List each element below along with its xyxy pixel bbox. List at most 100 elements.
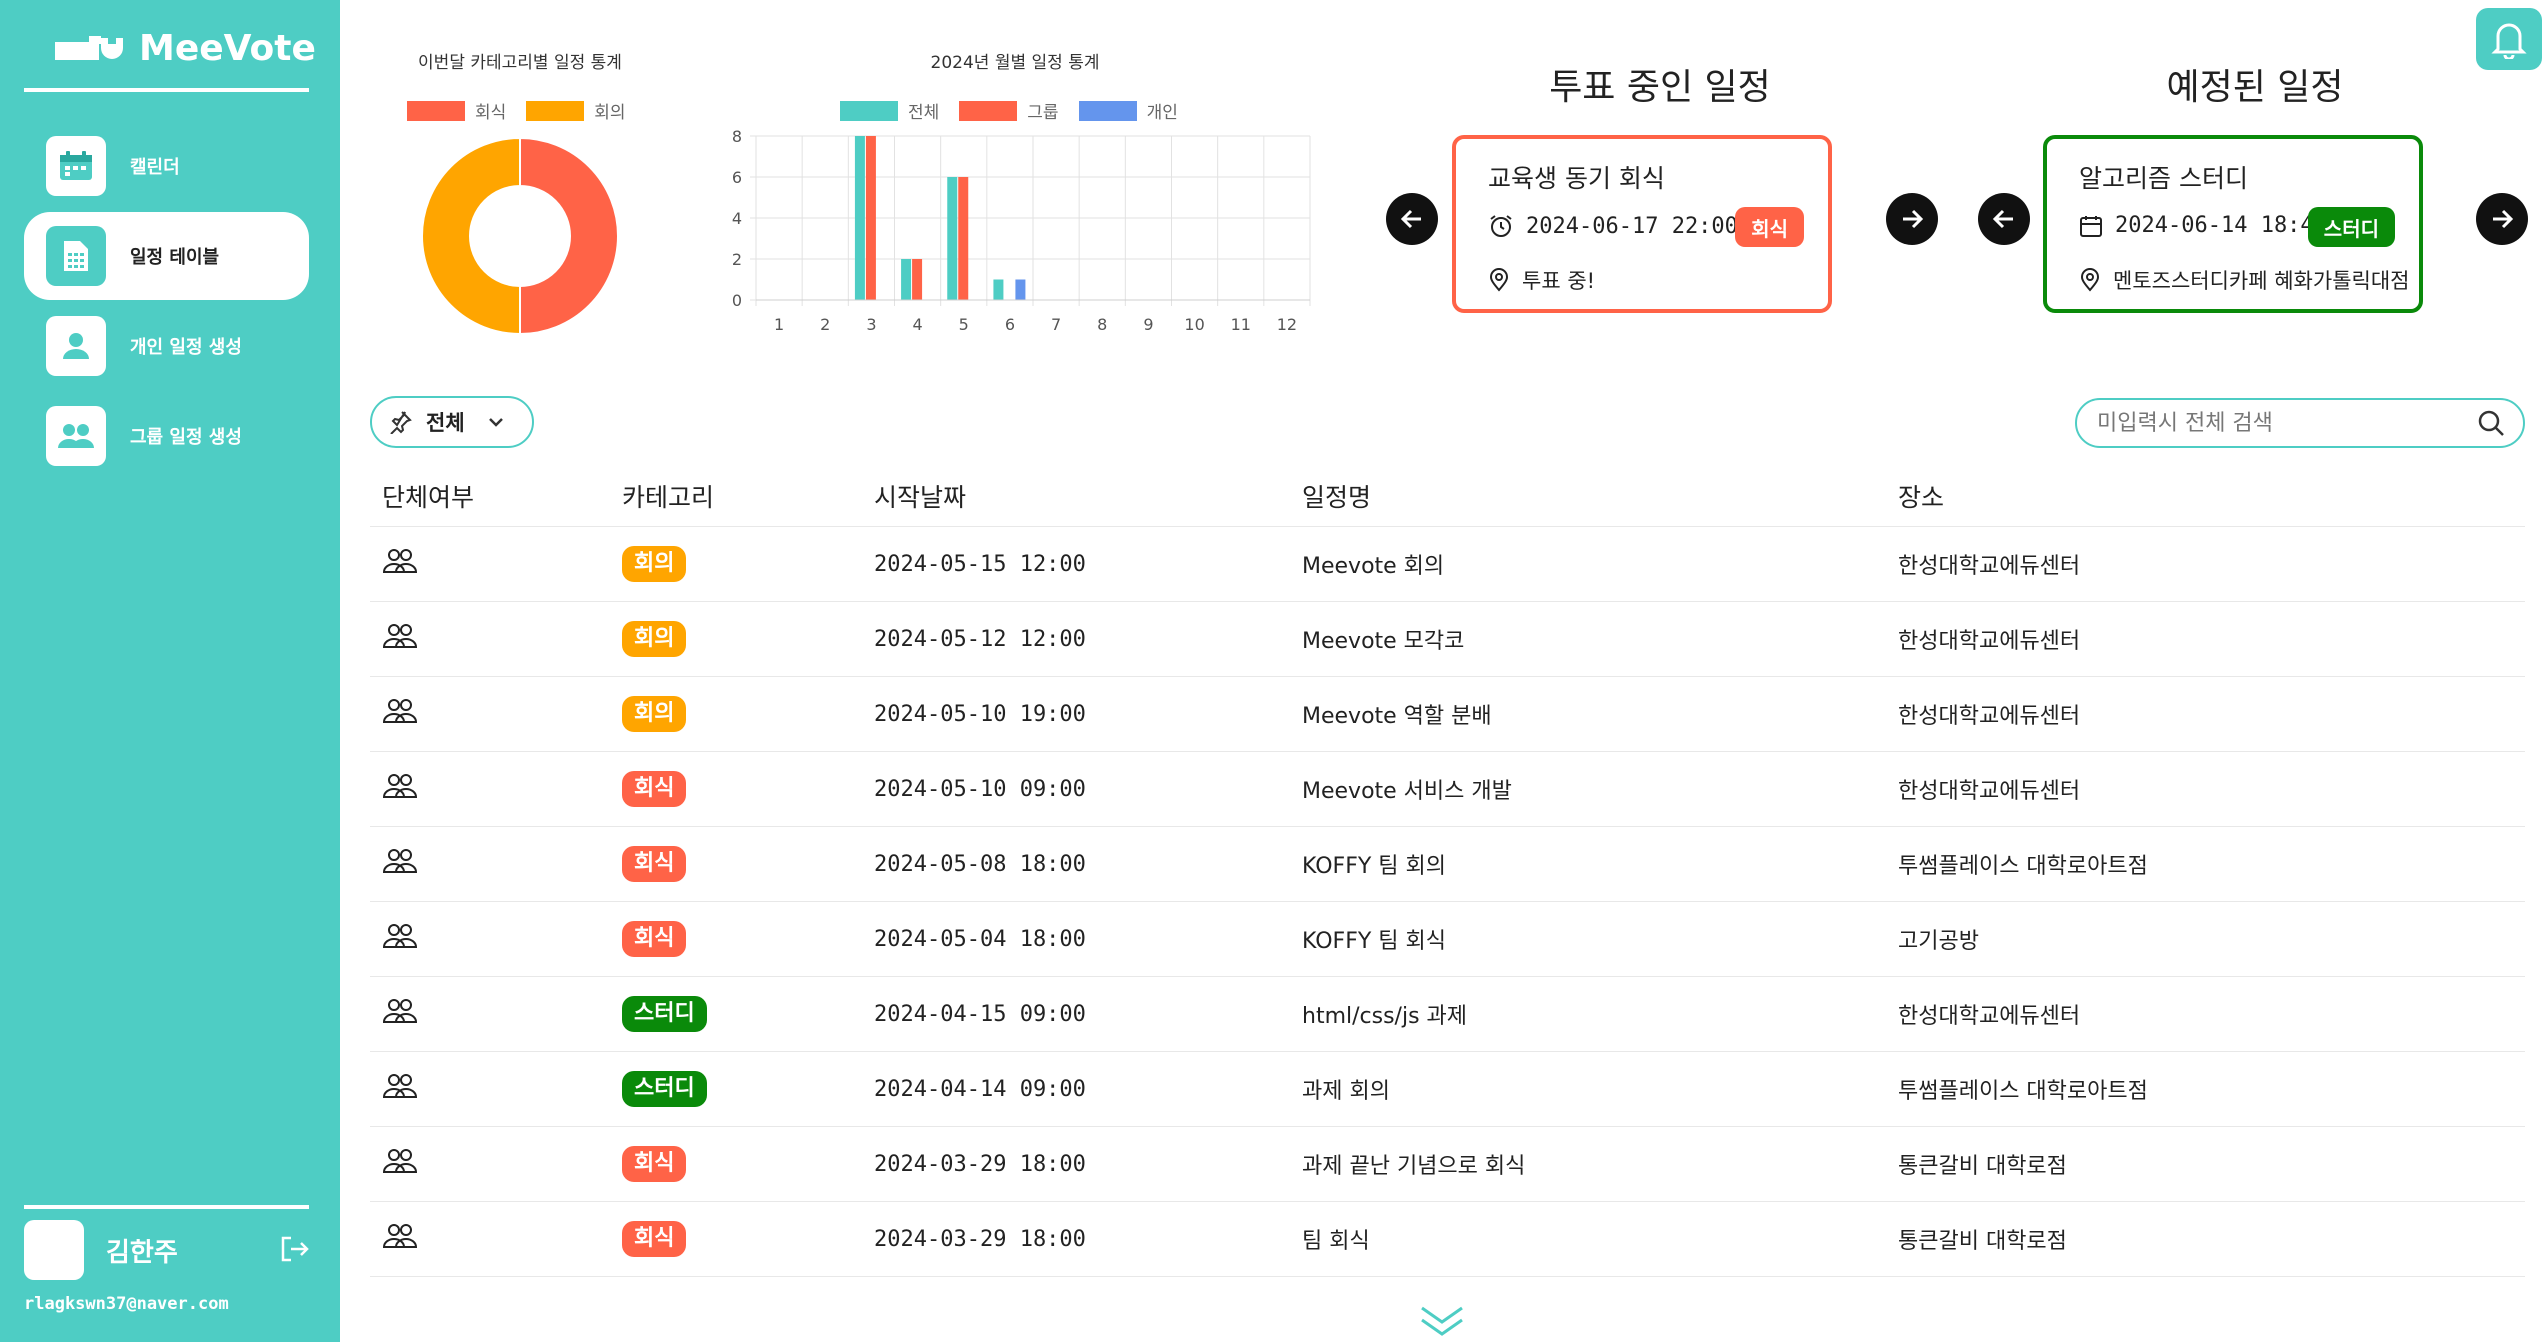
table-row[interactable]: 회식 2024-03-29 18:00 과제 끝난 기념으로 회식 통큰갈비 대학로점 [370,1127,2525,1202]
table-row[interactable]: 회의 2024-05-15 12:00 Meevote 회의 한성대학교에듀센터 [370,527,2525,602]
bar-chart-title: 2024년 월별 일정 통계 [930,53,1100,73]
group-cell [370,997,622,1031]
table-row[interactable]: 회의 2024-05-10 19:00 Meevote 역할 분배 한성대학교에듀센터 [370,677,2525,752]
sidebar-item-calendar[interactable]: 캘린더 [24,122,309,210]
double-chevron-down-icon [1421,1306,1463,1336]
column-header-category[interactable]: 카테고리 [622,478,874,514]
x-tick-label: 4 [912,315,922,334]
category-cell: 스터디 [622,1071,874,1107]
x-tick-label: 10 [1184,315,1204,334]
group-cell [370,1147,622,1181]
bar-전체-3[interactable] [854,136,865,300]
column-header-group[interactable]: 단체여부 [370,478,622,514]
place-cell: 한성대학교에듀센터 [1898,704,2081,729]
user-email: rlagkswn37@naver.com [24,1294,229,1314]
category-filter-dropdown[interactable]: 전체 [370,396,534,448]
bar-그룹-3[interactable] [865,136,876,300]
calendar-icon [46,136,106,196]
legend-swatch [526,100,585,121]
table-row[interactable]: 회의 2024-05-12 12:00 Meevote 모각코 한성대학교에듀센터 [370,602,2525,677]
x-tick-label: 6 [1005,315,1015,334]
category-badge: 회식 [622,1146,687,1182]
group-cell [370,847,622,881]
table-row[interactable]: 스터디 2024-04-15 09:00 html/css/js 과제 한성대학교에듀… [370,977,2525,1052]
place-cell: 통큰갈비 대학로점 [1898,1154,2067,1179]
search-box[interactable] [2075,398,2525,448]
scheduled-prev-button[interactable] [1978,193,2030,245]
table-row[interactable]: 회식 2024-05-04 18:00 KOFFY 팀 회식 고기공방 [370,902,2525,977]
chevron-down-icon [488,418,503,427]
sidebar-item-label: 그룹 일정 생성 [130,427,242,448]
group-cell [370,772,622,806]
place-cell: 투썸플레이스 대학로아트점 [1898,1079,2148,1104]
card-title: 교육생 동기 회식 [1488,164,1665,193]
title-cell: Meevote 회의 [1302,554,1445,579]
category-cell: 회식 [622,1221,874,1257]
table-row[interactable]: 회식 2024-05-10 09:00 Meevote 서비스 개발 한성대학교에듀센… [370,752,2525,827]
bar-그룹-4[interactable] [912,259,923,300]
donut-legend: 회식 회의 [407,98,626,123]
category-cell: 회식 [622,921,874,957]
scheduled-next-button[interactable] [2476,193,2528,245]
sidebar-item-group-create[interactable]: 그룹 일정 생성 [24,392,309,480]
alarm-clock-icon [1490,215,1512,237]
start-date-cell: 2024-05-10 09:00 [874,776,1086,802]
x-tick-label: 9 [1143,315,1153,334]
sidebar-item-schedule-table[interactable]: 일정 테이블 [24,212,309,300]
title-cell: 팀 회식 [1302,1229,1370,1254]
notification-button[interactable] [2476,8,2542,70]
table-row[interactable]: 회식 2024-03-29 18:00 팀 회식 통큰갈비 대학로점 [370,1202,2525,1277]
logout-icon[interactable] [279,1234,309,1268]
legend-swatch [407,100,465,121]
filter-label: 전체 [426,411,465,435]
column-header-title[interactable]: 일정명 [1302,478,1898,514]
sidebar: MeeVote 캘린더 일정 테이블 개인 일정 생성 그룹 일정 생성 김한주… [0,0,340,1342]
arrow-right-icon [2493,209,2514,229]
avatar[interactable] [24,1220,84,1280]
donut-slice-회식[interactable] [519,136,619,336]
donut-chart [421,136,619,336]
donut-slice-회의[interactable] [421,136,521,336]
x-tick-label: 1 [774,315,784,334]
search-icon[interactable] [2477,409,2505,437]
sidebar-item-personal-create[interactable]: 개인 일정 생성 [24,302,309,390]
bar-그룹-5[interactable] [958,177,969,300]
sidebar-divider-bottom [24,1205,309,1209]
bar-전체-6[interactable] [993,279,1004,301]
arrow-left-icon [1992,209,2013,229]
title-cell: Meevote 역할 분배 [1302,704,1492,729]
column-header-place[interactable]: 장소 [1898,478,2525,514]
category-badge: 스터디 [622,996,707,1032]
load-more-button[interactable] [1418,1304,1466,1342]
category-cell: 회식 [622,1146,874,1182]
x-tick-label: 3 [866,315,876,334]
user-name: 김한주 [106,1237,178,1268]
voting-prev-button[interactable] [1386,193,1438,245]
legend-swatch [1078,100,1137,121]
table-row[interactable]: 스터디 2024-04-14 09:00 과제 회의 투썸플레이스 대학로아트점 [370,1052,2525,1127]
category-cell: 회의 [622,621,874,657]
scheduled-card[interactable]: 알고리즘 스터디 2024-06-14 18:46 스터디 멘토즈스터디카페 혜… [2043,135,2423,313]
title-cell: 과제 끝난 기념으로 회식 [1302,1154,1526,1179]
legend-label: 회식 [475,103,507,123]
x-tick-label: 8 [1097,315,1107,334]
start-date-cell: 2024-05-15 12:00 [874,551,1086,577]
voting-next-button[interactable] [1886,193,1938,245]
card-location-text: 투표 중! [1522,269,1596,293]
search-input[interactable] [2095,409,2459,437]
bar-개인-6[interactable] [1015,279,1026,301]
start-date-cell: 2024-05-10 19:00 [874,701,1086,727]
bar-전체-5[interactable] [947,177,958,300]
bar-전체-4[interactable] [901,259,912,300]
app-logo[interactable]: MeeVote [55,18,316,78]
group-icon [382,1074,418,1098]
start-date-cell: 2024-05-08 18:00 [874,851,1086,877]
card-datetime-text: 2024-06-14 18:46 [2115,213,2327,238]
voting-card[interactable]: 교육생 동기 회식 2024-06-17 22:00 회식 투표 중! [1452,135,1832,313]
place-cell: 한성대학교에듀센터 [1898,629,2081,654]
donut-chart-title: 이번달 카테고리별 일정 통계 [418,53,622,73]
table-row[interactable]: 회식 2024-05-08 18:00 KOFFY 팀 회의 투썸플레이스 대학로아트… [370,827,2525,902]
group-cell [370,697,622,731]
column-header-start-date[interactable]: 시작날짜 [874,478,1302,514]
category-cell: 회의 [622,546,874,582]
